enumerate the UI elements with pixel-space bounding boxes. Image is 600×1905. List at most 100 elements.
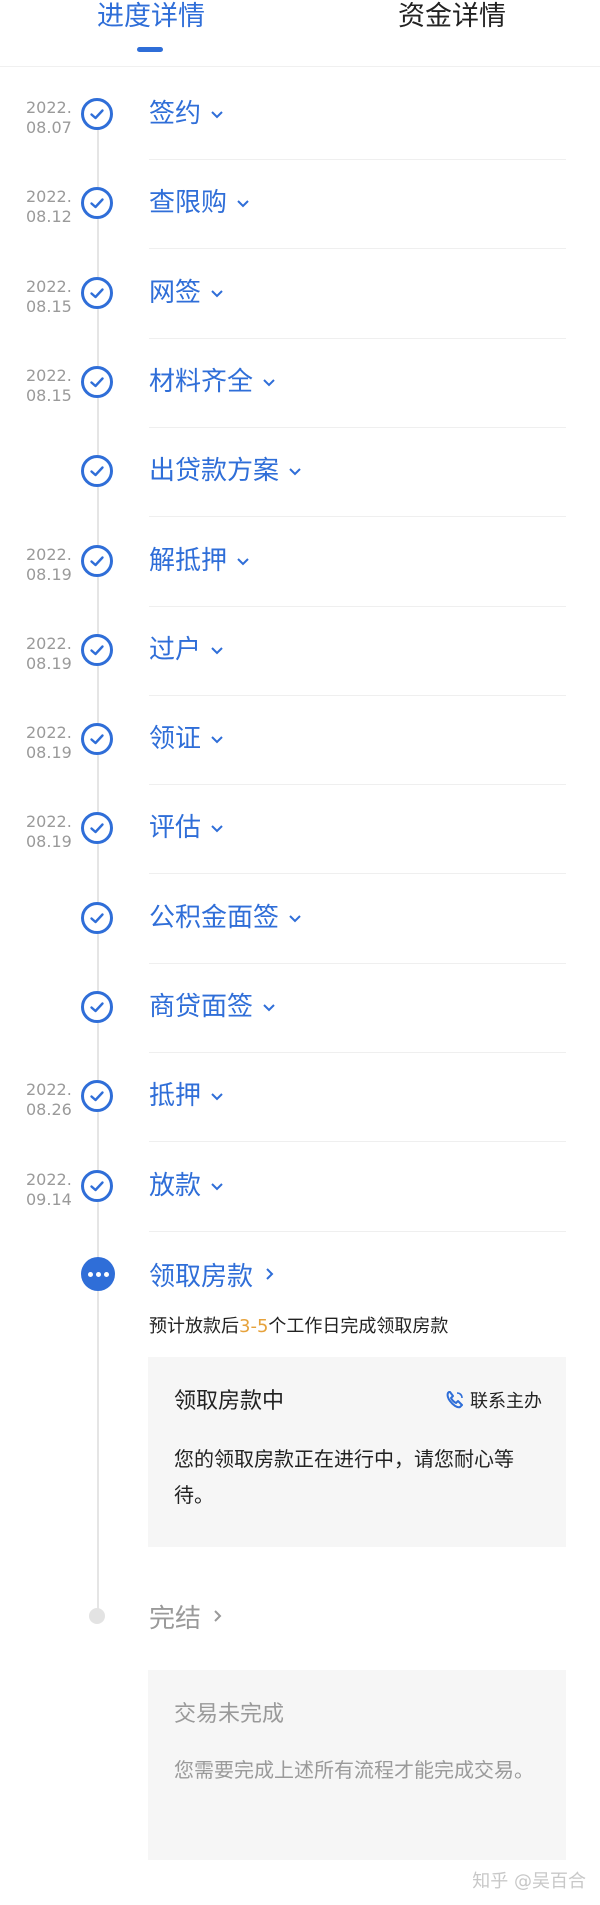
timeline-step: 2022. 08.12 查限购 [0, 187, 600, 276]
timeline-step: 2022. 08.19 领证 [0, 723, 600, 812]
estimate-days: 3-5 [239, 1316, 269, 1337]
chevron-down-icon [237, 200, 249, 208]
step-date-month-day: 08.12 [26, 207, 72, 227]
check-circle-icon [81, 187, 113, 220]
step-date: 2022. 08.15 [26, 277, 76, 317]
contact-label: 联系主办 [470, 1391, 542, 1412]
step-toggle[interactable]: 解抵押 [149, 545, 251, 577]
timeline-step: 2022. 08.19 过户 [0, 633, 600, 723]
chevron-down-icon [211, 289, 223, 298]
step-label: 领证 [149, 724, 202, 755]
step-toggle[interactable]: 评估 [149, 812, 225, 844]
step-date-year: 2022. [26, 544, 72, 564]
timeline-step: 2022. 08.15 材料齐全 [0, 365, 600, 455]
pending-dot-icon [89, 1608, 105, 1624]
timeline-step: 2022. 08.07 签约 [0, 98, 600, 187]
status-description: 您的领取房款正在进行中，请您耐心等待。 [174, 1447, 514, 1507]
timeline-step: 2022. 09.14 放款 [0, 1169, 600, 1259]
step-date-month-day: 08.19 [26, 653, 72, 673]
row-divider [149, 962, 566, 964]
step-toggle[interactable]: 商贷面签 [149, 991, 277, 1023]
timeline-step: 公积金面签 [0, 901, 600, 991]
step-toggle[interactable]: 公积金面签 [149, 902, 303, 934]
step-date-month-day: 09.14 [26, 1189, 72, 1209]
check-circle-icon [81, 1080, 113, 1113]
step-date-month-day: 08.19 [26, 564, 72, 584]
row-divider [149, 605, 566, 607]
step-date-year: 2022. [26, 98, 72, 117]
check-circle-icon [81, 991, 113, 1023]
row-divider [149, 337, 566, 339]
chevron-down-icon [289, 914, 301, 923]
step-label: 完结 [149, 1603, 202, 1634]
step-toggle[interactable]: 网签 [149, 277, 225, 309]
check-circle-icon [81, 812, 113, 845]
step-date-year: 2022. [26, 1080, 72, 1100]
step-toggle[interactable]: 放款 [149, 1170, 225, 1202]
row-divider [149, 426, 566, 428]
estimate-text: 预计放款后3-5个工作日完成领取房款 [149, 1316, 449, 1337]
chevron-right-icon [266, 1268, 274, 1280]
row-divider [149, 1141, 566, 1143]
step-date-year: 2022. [26, 187, 72, 207]
chevron-right-icon [214, 1610, 222, 1622]
chevron-down-icon [211, 1182, 223, 1191]
step-date-year: 2022. [26, 1169, 72, 1189]
step-label: 材料齐全 [149, 366, 254, 397]
step-label: 出贷款方案 [149, 456, 280, 487]
check-circle-icon [81, 276, 113, 309]
step-date-month-day: 08.19 [26, 832, 72, 852]
step-date-year: 2022. [26, 812, 72, 832]
step-label: 过户 [149, 634, 202, 665]
contact-agent-button[interactable]: 联系主办 [444, 1387, 542, 1413]
active-tab-indicator [137, 47, 163, 52]
timeline-step: 2022. 08.19 评估 [0, 812, 600, 901]
step-toggle[interactable]: 过户 [149, 634, 225, 666]
step-toggle[interactable]: 材料齐全 [149, 366, 277, 398]
step-toggle[interactable]: 抵押 [149, 1080, 225, 1112]
check-circle-icon [81, 723, 113, 756]
step-date-month-day: 08.07 [26, 118, 72, 137]
step-label: 签约 [149, 99, 202, 129]
check-circle-icon [81, 98, 113, 130]
step-date-year: 2022. [26, 723, 72, 743]
tab-bar: 进度详情 资金详情 [0, 0, 600, 67]
step-date-month-day: 08.15 [26, 296, 72, 316]
chevron-down-icon [211, 647, 223, 655]
step-toggle[interactable]: 签约 [149, 98, 225, 130]
step-date: 2022. 08.19 [26, 812, 76, 852]
check-circle-icon [81, 365, 113, 398]
step-label: 公积金面签 [149, 902, 280, 933]
step-label: 领取房款 [149, 1261, 254, 1292]
step-date: 2022. 08.12 [26, 187, 76, 227]
step-date-year: 2022. [26, 276, 72, 296]
step-receive-payment[interactable]: 领取房款 [149, 1258, 277, 1292]
step-date: 2022. 08.19 [26, 634, 76, 674]
step-toggle[interactable]: 出贷款方案 [149, 455, 303, 487]
chevron-down-icon [237, 557, 249, 565]
timeline-step: 商贷面签 [0, 991, 600, 1080]
timeline-step: 2022. 08.19 解抵押 [0, 544, 600, 634]
step-label: 评估 [149, 813, 202, 844]
step-toggle[interactable]: 领证 [149, 723, 225, 755]
timeline-step: 出贷款方案 [0, 455, 600, 544]
step-complete[interactable]: 完结 [149, 1600, 225, 1634]
timeline-step: 2022. 08.26 抵押 [0, 1080, 600, 1169]
status-title: 领取房款中 [174, 1389, 285, 1414]
check-circle-icon [81, 544, 113, 577]
row-divider [149, 159, 566, 160]
check-circle-icon [81, 1169, 113, 1202]
step-toggle[interactable]: 查限购 [149, 187, 251, 219]
step-label: 查限购 [149, 188, 228, 219]
step-label: 网签 [149, 277, 202, 308]
chevron-down-icon [263, 1004, 275, 1012]
chevron-down-icon [211, 1093, 223, 1101]
incomplete-card: 交易未完成 您需要完成上述所有流程才能完成交易。 [148, 1670, 566, 1860]
chevron-down-icon [263, 379, 275, 387]
row-divider [149, 516, 566, 518]
step-date: 2022. 08.26 [26, 1080, 76, 1120]
step-label: 解抵押 [149, 545, 228, 576]
step-date: 2022. 08.15 [26, 366, 76, 406]
incomplete-description: 您需要完成上述所有流程才能完成交易。 [174, 1758, 534, 1782]
tab-fund-details[interactable]: 资金详情 [398, 0, 506, 60]
